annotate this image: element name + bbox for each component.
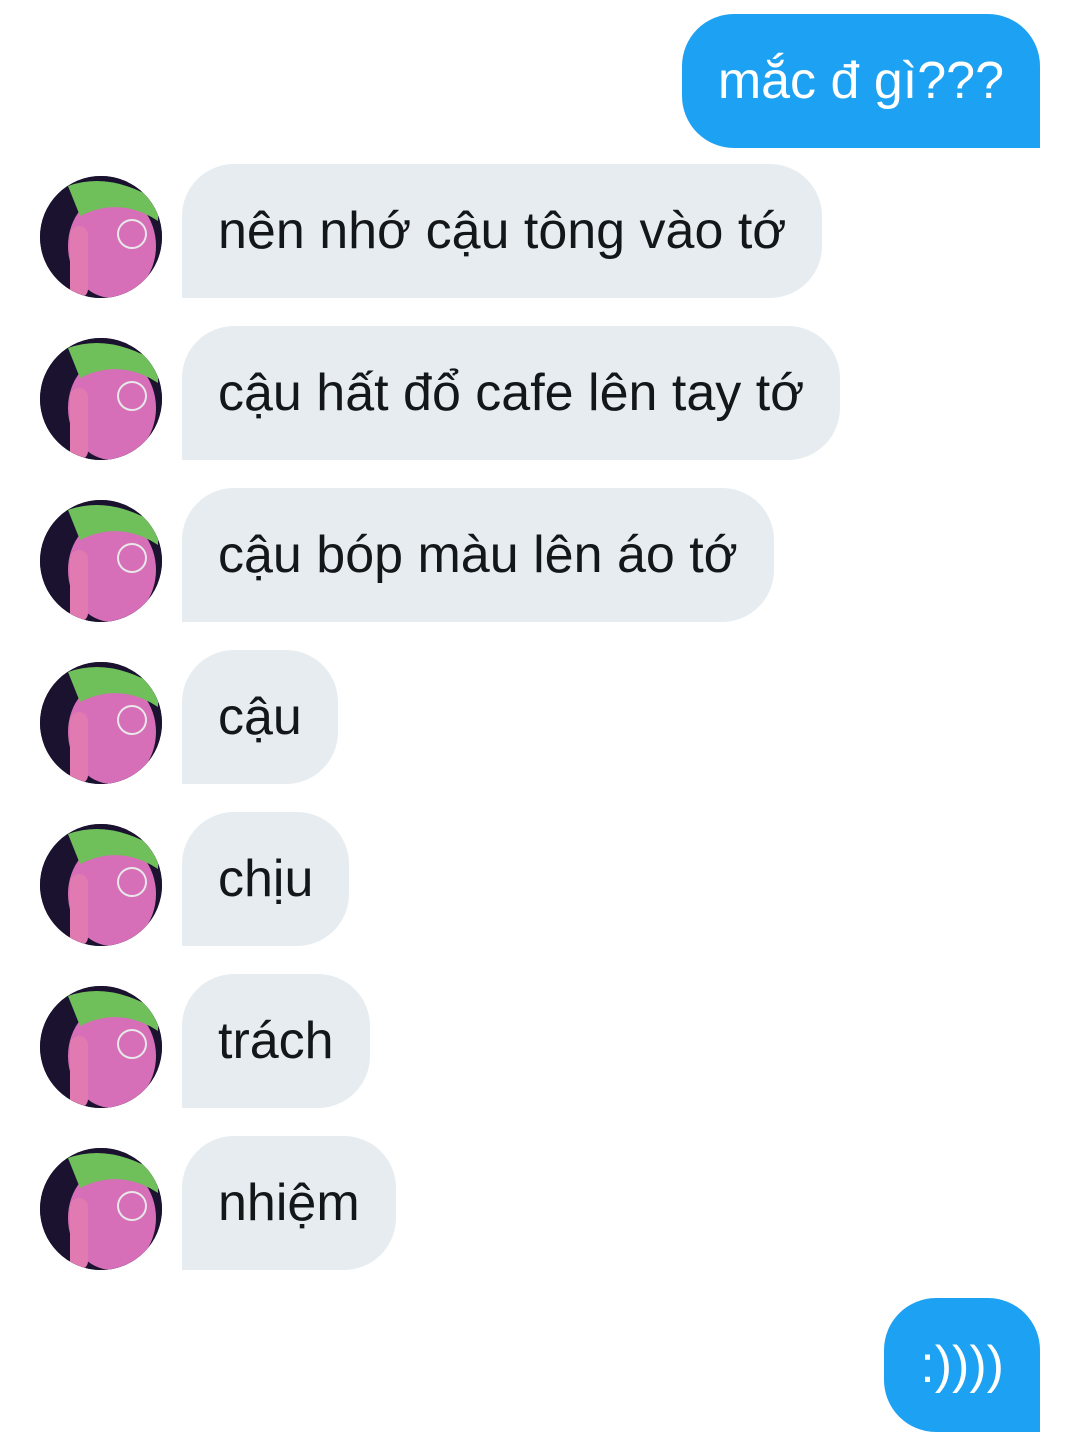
message-text: nhiệm xyxy=(218,1174,360,1232)
message-text: nên nhớ cậu tông vào tớ xyxy=(218,202,787,260)
user-avatar[interactable] xyxy=(40,986,162,1108)
avatar-photo xyxy=(40,824,162,946)
avatar-photo xyxy=(40,986,162,1108)
user-avatar[interactable] xyxy=(40,1148,162,1270)
avatar-photo xyxy=(40,662,162,784)
user-avatar[interactable] xyxy=(40,500,162,622)
user-avatar[interactable] xyxy=(40,176,162,298)
message-text: cậu bóp màu lên áo tớ xyxy=(218,526,738,584)
incoming-message[interactable]: chịu xyxy=(182,812,350,946)
message-text: trách xyxy=(218,1012,334,1070)
message-text: cậu xyxy=(218,688,302,746)
user-avatar[interactable] xyxy=(40,662,162,784)
incoming-message[interactable]: cậu xyxy=(182,650,338,784)
incoming-message[interactable]: nhiệm xyxy=(182,1136,396,1270)
message-text: mắc đ gì??? xyxy=(717,52,1004,110)
message-text: cậu hất đổ cafe lên tay tớ xyxy=(218,364,805,422)
avatar-photo xyxy=(40,500,162,622)
message-text: chịu xyxy=(218,850,314,908)
avatar-photo xyxy=(40,338,162,460)
avatar-photo xyxy=(40,176,162,298)
incoming-message[interactable]: trách xyxy=(182,974,370,1108)
user-avatar[interactable] xyxy=(40,824,162,946)
incoming-message[interactable]: cậu bóp màu lên áo tớ xyxy=(182,488,774,622)
incoming-message[interactable]: cậu hất đổ cafe lên tay tớ xyxy=(182,326,841,460)
incoming-message[interactable]: nên nhớ cậu tông vào tớ xyxy=(182,164,823,298)
message-text: :)))) xyxy=(920,1336,1004,1394)
outgoing-message[interactable]: :)))) xyxy=(884,1298,1040,1432)
outgoing-message[interactable]: mắc đ gì??? xyxy=(681,14,1040,148)
avatar-photo xyxy=(40,1148,162,1270)
user-avatar[interactable] xyxy=(40,338,162,460)
